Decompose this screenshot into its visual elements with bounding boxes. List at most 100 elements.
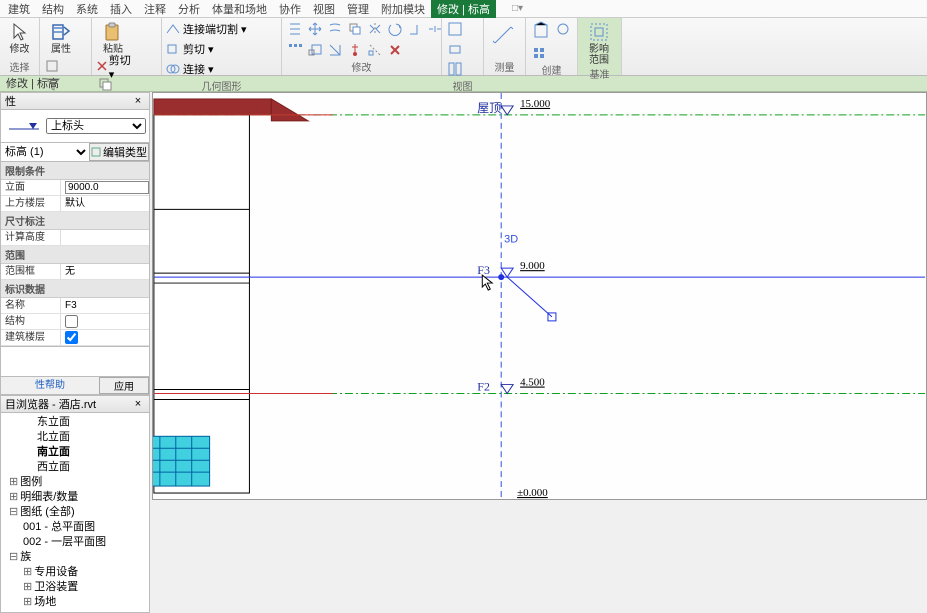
tree-node[interactable]: 东立面 xyxy=(5,415,145,430)
geom-cut-label: 剪切 ▾ xyxy=(183,41,214,57)
project-browser-tree[interactable]: 东立面北立面南立面西立面⊞图例⊞明细表/数量⊟图纸 (全部)001 - 总平面图… xyxy=(0,413,150,613)
browser-close-icon[interactable]: × xyxy=(131,398,145,410)
create-icon-3[interactable] xyxy=(530,44,548,62)
menu-item[interactable]: 系统 xyxy=(70,0,104,18)
ribbon: 修改 选择 属性 属性 粘贴 剪切 ▾ xyxy=(0,18,927,76)
properties-close-icon[interactable]: × xyxy=(131,95,145,107)
menu-item[interactable]: 附加模块 xyxy=(375,0,431,18)
properties-type-row: 标高 (1) 编辑类型 xyxy=(0,143,150,162)
prop-value[interactable] xyxy=(61,180,149,195)
extent-3d-label: 3D xyxy=(504,233,518,245)
prop-value[interactable]: F3 xyxy=(61,298,149,313)
level-F2[interactable]: F24.500 xyxy=(154,377,925,394)
tree-node[interactable]: ⊞明细表/数量 xyxy=(5,490,145,505)
properties-icon xyxy=(49,20,73,44)
trim-corner-icon[interactable] xyxy=(326,41,344,59)
drawing-canvas[interactable]: 3D 屋顶15.000F39.000F24.500 ±0.000 xyxy=(152,92,927,500)
delete-icon[interactable] xyxy=(386,41,404,59)
edit-type-label: 编辑类型 xyxy=(103,144,147,160)
measure-icon[interactable] xyxy=(488,20,521,54)
ribbon-group-view: 视图 xyxy=(442,18,484,75)
type-select[interactable]: 标高 (1) xyxy=(1,143,89,161)
svg-text:15.000: 15.000 xyxy=(520,98,551,110)
menu-item[interactable]: 体量和场地 xyxy=(206,0,273,18)
menu-item[interactable]: 插入 xyxy=(104,0,138,18)
menu-item[interactable]: 管理 xyxy=(341,0,375,18)
prop-value[interactable] xyxy=(61,330,149,345)
apply-button[interactable]: 应用 xyxy=(99,377,149,394)
cut-button[interactable]: 剪切 ▾ xyxy=(96,57,136,75)
paste-button[interactable]: 粘贴 xyxy=(96,20,130,55)
type-props-icon[interactable] xyxy=(44,57,62,75)
array-icon[interactable] xyxy=(286,41,304,59)
prop-row: 立面 xyxy=(1,180,149,196)
family-select[interactable]: 上标头 xyxy=(46,118,146,134)
prop-section-header: 标识数据 xyxy=(1,280,149,298)
level-marker-icon xyxy=(4,113,44,139)
tree-node[interactable]: 南立面 xyxy=(5,445,145,460)
properties-title-text: 性 xyxy=(5,93,16,109)
scale-icon[interactable] xyxy=(306,41,324,59)
menu-item[interactable]: 修改 | 标高 xyxy=(431,0,496,18)
tree-node[interactable]: ⊞场地 xyxy=(5,595,145,610)
copy-button[interactable] xyxy=(96,75,114,93)
modify-tool-button[interactable]: 修改 xyxy=(4,20,35,55)
prop-value[interactable] xyxy=(61,230,149,245)
prop-value[interactable]: 默认 xyxy=(61,196,149,211)
menu-item[interactable]: 协作 xyxy=(273,0,307,18)
pin-icon[interactable] xyxy=(346,41,364,59)
properties-grid: 限制条件立面上方楼层默认尺寸标注计算高度范围范围框无标识数据名称F3结构建筑楼层 xyxy=(0,162,150,347)
menu-item[interactable]: 结构 xyxy=(36,0,70,18)
properties-label: 属性 xyxy=(51,44,71,55)
copy-tool-icon[interactable] xyxy=(346,20,364,38)
view-icon-2[interactable] xyxy=(446,40,464,58)
menu-item[interactable]: 注释 xyxy=(138,0,172,18)
scope-button[interactable]: 影响 范围 xyxy=(582,20,616,66)
prop-row: 上方楼层默认 xyxy=(1,196,149,212)
cursor-icon xyxy=(8,20,32,44)
tree-node[interactable]: 西立面 xyxy=(5,460,145,475)
create-icon-2[interactable] xyxy=(554,20,572,38)
align-icon[interactable] xyxy=(286,20,304,38)
move-icon[interactable] xyxy=(306,20,324,38)
tree-node[interactable]: ⊟图纸 (全部) xyxy=(5,505,145,520)
edit-type-button[interactable]: 编辑类型 xyxy=(89,143,149,161)
roof-edge xyxy=(154,99,271,115)
geom-cut-button[interactable]: 剪切 ▾ xyxy=(166,40,276,58)
view-icon-3[interactable] xyxy=(446,60,464,78)
tree-node[interactable]: ⊟族 xyxy=(5,550,145,565)
tree-node[interactable]: ⊞图例 xyxy=(5,475,145,490)
view-icon-1[interactable] xyxy=(446,20,464,38)
geom-join-button[interactable]: 连接 ▾ xyxy=(166,60,276,78)
trim-icon[interactable] xyxy=(406,20,424,38)
join-end-cut-button[interactable]: 连接端切割 ▾ xyxy=(166,20,276,38)
create-icon-1[interactable] xyxy=(530,20,552,42)
properties-bottom-bar: 性帮助 应用 xyxy=(0,377,150,395)
properties-help-link[interactable]: 性帮助 xyxy=(1,377,99,394)
tree-node[interactable]: 001 - 总平面图 xyxy=(5,520,145,535)
prop-row: 范围框无 xyxy=(1,264,149,280)
ribbon-select-label: 选择 xyxy=(4,59,35,75)
level-F3[interactable]: F39.000 xyxy=(154,260,925,321)
properties-button[interactable]: 属性 xyxy=(44,20,78,55)
rotate-icon[interactable] xyxy=(386,20,404,38)
tree-node[interactable]: 北立面 xyxy=(5,430,145,445)
mirror-axis-icon[interactable] xyxy=(366,20,384,38)
tree-node[interactable]: 002 - 一层平面图 xyxy=(5,535,145,550)
menu-item[interactable]: 建筑 xyxy=(2,0,36,18)
ribbon-group-create: 创建 xyxy=(526,18,578,75)
mirror-pick-icon[interactable] xyxy=(366,41,384,59)
left-column: 性 × 上标头 标高 (1) 编辑类型 限制条件立面上方楼层默认尺寸标注计算高度… xyxy=(0,92,150,613)
paste-icon xyxy=(101,20,125,44)
prop-value[interactable]: 无 xyxy=(61,264,149,279)
menu-item[interactable]: 视图 xyxy=(307,0,341,18)
browser-title-text: 目浏览器 - 酒店.rvt xyxy=(5,396,96,412)
offset-icon[interactable] xyxy=(326,20,344,38)
tree-node[interactable]: ⊞专用设备 xyxy=(5,565,145,580)
prop-value[interactable] xyxy=(61,314,149,329)
tree-node[interactable]: ⊞卫浴装置 xyxy=(5,580,145,595)
browser-panel-title: 目浏览器 - 酒店.rvt × xyxy=(0,395,150,413)
menu-item[interactable]: 分析 xyxy=(172,0,206,18)
svg-text:9.000: 9.000 xyxy=(520,260,545,272)
menu-hint-icon[interactable]: □▾ xyxy=(506,2,529,15)
